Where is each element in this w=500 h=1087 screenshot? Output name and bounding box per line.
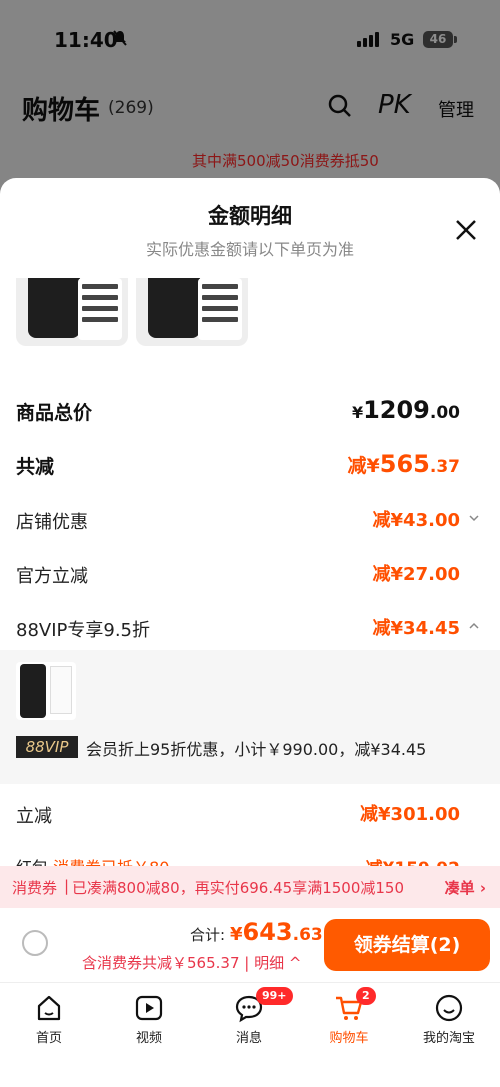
vip-discount-value: 减¥34.45 — [372, 618, 460, 639]
select-all-checkbox[interactable] — [22, 930, 48, 956]
reduce-value: 减¥565.37 — [347, 450, 460, 478]
store-discount-label: 店铺优惠 — [16, 512, 88, 533]
coupon-strip[interactable]: 消费券 | 已凑满800减80，再实付696.45享满1500减150 凑单 › — [0, 866, 500, 908]
messages-badge: 99+ — [256, 987, 293, 1005]
video-icon — [134, 993, 164, 1023]
tab-label: 视频 — [135, 1031, 162, 1046]
instant-discount-value: 减¥301.00 — [360, 804, 460, 825]
tab-label: 首页 — [35, 1031, 62, 1046]
cart-badge: 2 — [356, 987, 376, 1005]
coupon-message: 已凑满800减80，再实付696.45享满1500减150 — [72, 879, 405, 897]
tab-label: 购物车 — [329, 1031, 369, 1046]
vip-detail-text: 会员折上95折优惠，小计￥990.00，减¥34.45 — [86, 740, 427, 759]
row-store-discount[interactable]: 店铺优惠 减¥43.00 — [0, 502, 500, 542]
product-thumbnail[interactable] — [16, 278, 128, 346]
official-discount-value: 减¥27.00 — [372, 564, 460, 585]
sheet-title: 金额明细 — [208, 204, 292, 228]
row-reduce: 共减 减¥565.37 — [0, 446, 500, 486]
row-total: 商品总价 ¥1209.00 — [0, 392, 500, 432]
tab-home[interactable]: 首页 — [4, 993, 94, 1046]
product-thumbnails — [16, 278, 248, 346]
row-instant-discount: 立减 减¥301.00 — [0, 796, 500, 836]
message-icon: 99+ — [234, 987, 293, 1023]
chevron-down-icon[interactable] — [468, 512, 480, 527]
coupon-separator: | — [64, 877, 70, 895]
vip-product-thumbnail — [16, 662, 76, 720]
sum-value: ¥643.63 — [230, 918, 323, 946]
chevron-up-icon[interactable] — [468, 620, 480, 635]
official-discount-label: 官方立减 — [16, 566, 88, 587]
tab-bar: 首页 视频 99+ 消息 2 购物车 我的淘宝 — [0, 982, 500, 1087]
row-vip-discount[interactable]: 88VIP专享9.5折 减¥34.45 — [0, 610, 500, 650]
tab-cart[interactable]: 2 购物车 — [304, 987, 394, 1046]
tab-messages[interactable]: 99+ 消息 — [204, 987, 294, 1046]
tab-video[interactable]: 视频 — [104, 993, 194, 1046]
add-items-button[interactable]: 凑单 › — [445, 877, 486, 898]
vip-detail-panel: 88VIP 会员折上95折优惠，小计￥990.00，减¥34.45 — [0, 650, 500, 784]
total-label: 商品总价 — [16, 402, 93, 424]
sheet-subtitle: 实际优惠金额请以下单页为准 — [145, 240, 354, 259]
tab-profile[interactable]: 我的淘宝 — [404, 993, 494, 1046]
instant-discount-label: 立减 — [16, 806, 52, 827]
reduce-label: 共减 — [16, 456, 55, 478]
tab-label: 我的淘宝 — [422, 1031, 475, 1046]
product-thumbnail[interactable] — [136, 278, 248, 346]
amount-detail-sheet: 金额明细 实际优惠金额请以下单页为准 商品总价 ¥1209.00 共减 减¥56… — [0, 178, 500, 1087]
total-value: ¥1209.00 — [351, 396, 460, 424]
checkout-button[interactable]: 领券结算(2) — [324, 919, 490, 971]
cart-icon: 2 — [334, 987, 376, 1023]
sum-label: 合计: — [190, 926, 226, 944]
discount-summary-link[interactable]: 含消费券共减￥565.37 | 明细 ^ — [82, 952, 301, 973]
row-official-discount: 官方立减 减¥27.00 — [0, 556, 500, 596]
tab-label: 消息 — [235, 1031, 262, 1046]
vip-discount-label: 88VIP专享9.5折 — [16, 620, 151, 641]
close-icon[interactable] — [452, 216, 480, 244]
checkout-bar: 合计: ¥643.63 含消费券共减￥565.37 | 明细 ^ 领券结算(2) — [0, 908, 500, 980]
store-discount-value: 减¥43.00 — [372, 510, 460, 531]
profile-icon — [434, 993, 464, 1023]
home-icon — [34, 993, 64, 1023]
coupon-tag: 消费券 — [12, 879, 58, 897]
vip-badge: 88VIP — [16, 736, 78, 758]
